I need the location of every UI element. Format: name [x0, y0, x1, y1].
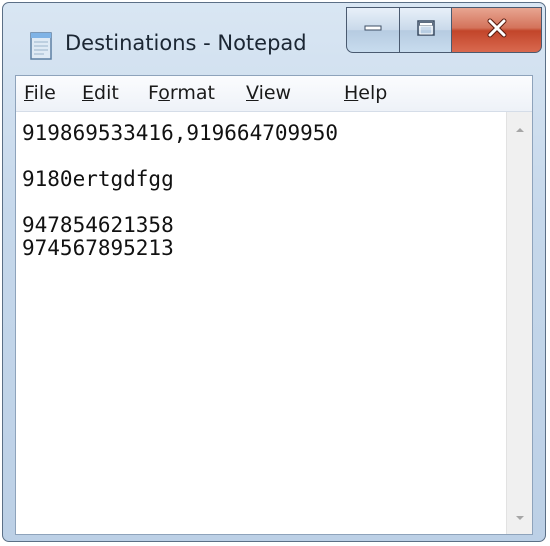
- menu-file-accel: F: [24, 82, 34, 104]
- menu-edit-accel: E: [82, 82, 95, 104]
- menu-edit-label: dit: [94, 82, 119, 104]
- client-area: File Edit Format View Help 919869533416,…: [15, 75, 533, 535]
- menu-format-pre: F: [148, 82, 159, 104]
- notepad-icon[interactable]: [29, 29, 55, 61]
- scroll-down-button[interactable]: [507, 504, 532, 530]
- maximize-icon: [416, 19, 436, 42]
- menu-bar: File Edit Format View Help: [16, 76, 532, 112]
- menu-view[interactable]: View: [246, 82, 291, 104]
- close-button[interactable]: [452, 7, 542, 53]
- text-line: 947854621358: [22, 213, 174, 237]
- menu-help-label: elp: [358, 82, 388, 104]
- title-bar[interactable]: Destinations - Notepad: [3, 3, 545, 75]
- menu-file-label: ile: [33, 82, 56, 104]
- notepad-window: Destinations - Notepad File Edit Format …: [2, 2, 546, 542]
- scroll-up-button[interactable]: [507, 116, 532, 142]
- text-line: 9180ertgdfgg: [22, 167, 174, 191]
- menu-view-accel: V: [246, 82, 259, 104]
- menu-format-accel: o: [158, 82, 170, 104]
- minimize-button[interactable]: [346, 7, 400, 53]
- menu-help[interactable]: Help: [344, 82, 387, 104]
- scroll-down-arrow-icon: [515, 508, 525, 526]
- minimize-icon: [363, 21, 383, 39]
- text-line: 974567895213: [22, 236, 174, 260]
- close-icon: [486, 18, 508, 43]
- text-line: 919869533416,919664709950: [22, 121, 339, 145]
- menu-file[interactable]: File: [24, 82, 56, 104]
- menu-format-label: rmat: [169, 82, 215, 104]
- caption-buttons: [346, 7, 542, 53]
- menu-edit[interactable]: Edit: [82, 82, 119, 104]
- scroll-up-arrow-icon: [515, 120, 525, 138]
- menu-help-accel: H: [344, 82, 359, 104]
- text-line: [22, 191, 506, 214]
- text-line: [22, 145, 506, 168]
- maximize-button[interactable]: [400, 7, 452, 53]
- menu-format[interactable]: Format: [148, 82, 215, 104]
- text-editor[interactable]: 919869533416,919664709950 9180ertgdfgg 9…: [16, 112, 506, 534]
- window-title: Destinations - Notepad: [65, 31, 307, 55]
- vertical-scrollbar[interactable]: [506, 112, 532, 534]
- menu-view-label: iew: [258, 82, 292, 104]
